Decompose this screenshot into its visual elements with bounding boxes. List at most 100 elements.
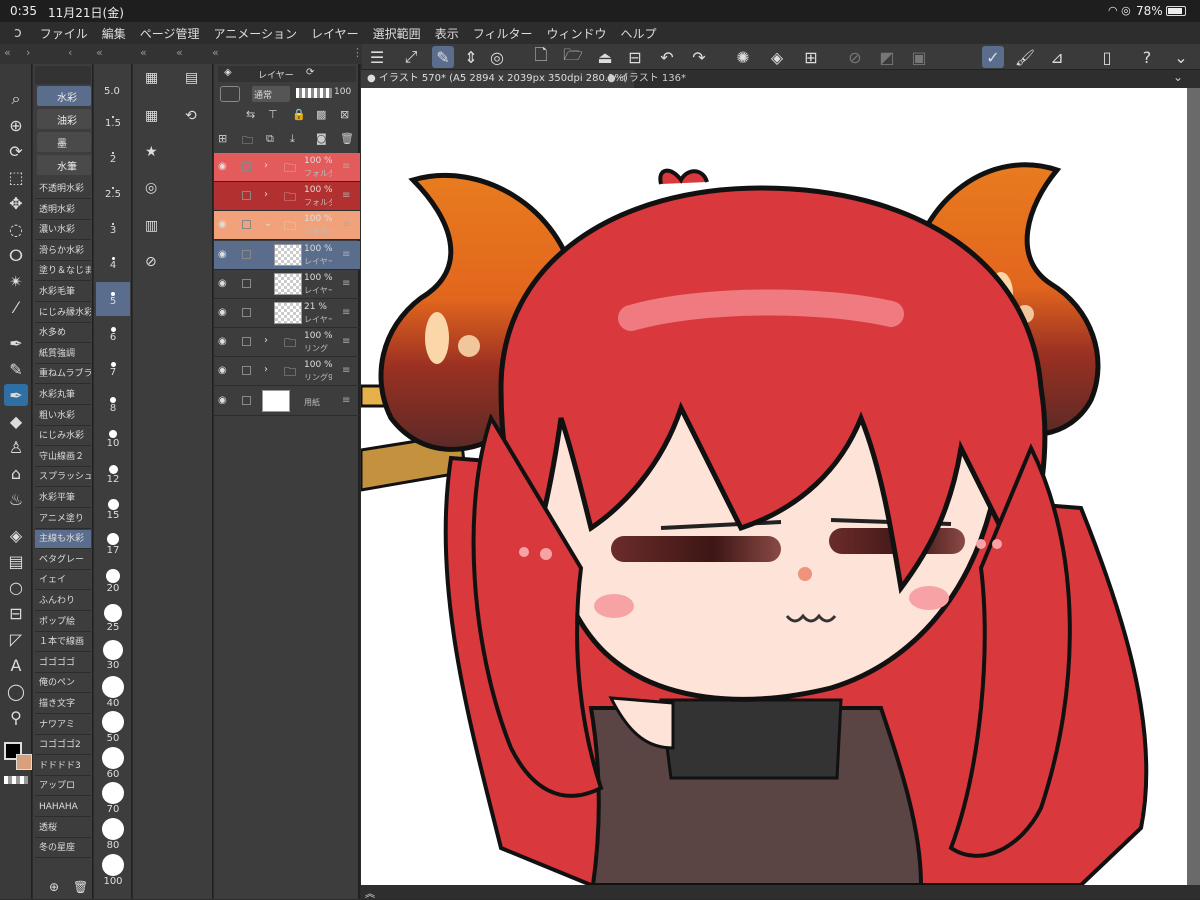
eye-visibility-icon[interactable]: ◉ <box>218 219 232 231</box>
material-icon[interactable]: ▦ <box>145 108 158 124</box>
pen-icon[interactable]: ✒ <box>4 332 28 354</box>
folder-expand-icon[interactable]: ⌄ <box>264 218 272 229</box>
transform-icon[interactable]: ⊞ <box>800 46 822 68</box>
loading-icon[interactable]: ✺ <box>732 46 754 68</box>
move-layer-icon[interactable]: ✥ <box>4 192 28 214</box>
doc-tab-active[interactable]: ● イラスト 570* (A5 2894 x 2039px 350dpi 280… <box>361 70 634 88</box>
brush-item[interactable]: 水彩平筆 <box>35 489 91 508</box>
layer-menu-icon[interactable]: ≡ <box>342 190 350 201</box>
size-item[interactable]: 80 <box>96 816 130 851</box>
brush-item[interactable]: アニメ塗り <box>35 510 91 529</box>
reference-icon[interactable]: ◎ <box>486 46 508 68</box>
layer-row[interactable]: ◉ 100 % レイヤー ≡ <box>214 270 360 299</box>
subtool-tab-bar[interactable] <box>35 66 91 84</box>
size-item[interactable]: 25 <box>96 602 130 636</box>
brush-item[interactable]: 守山線画２ <box>35 448 91 467</box>
size-item[interactable]: 10 <box>96 424 130 458</box>
layer-menu-icon[interactable]: ≡ <box>342 365 350 376</box>
layer-lock-checkbox[interactable] <box>242 191 251 201</box>
save-icon[interactable]: ⏏ <box>594 46 616 68</box>
canvas-paper[interactable] <box>361 88 1187 885</box>
folder-expand-icon[interactable]: › <box>264 160 268 171</box>
blend-icon[interactable]: ♨ <box>4 488 28 510</box>
brush-tab-ink[interactable]: 墨 <box>37 132 91 152</box>
collapse-toolbar-icon[interactable]: ⌄ <box>1170 46 1192 68</box>
arrow-updown-icon[interactable]: ⇕ <box>460 46 482 68</box>
layer-property-icon[interactable]: ▦ <box>145 70 158 86</box>
layer-row[interactable]: ◉ 21 % レイヤー ≡ <box>214 299 360 328</box>
text-icon[interactable]: A <box>4 654 28 676</box>
layer-menu-icon[interactable]: ≡ <box>342 278 350 289</box>
new-file-icon[interactable]: 🗋 <box>530 45 552 68</box>
eye-visibility-icon[interactable]: ◉ <box>218 307 232 319</box>
brush-item[interactable]: ふんわり <box>35 592 91 611</box>
ruler-tool-icon[interactable]: ◸ <box>4 628 28 650</box>
brush-item[interactable]: １本で線画 <box>35 633 91 653</box>
correction-icon[interactable]: ⚲ <box>4 706 28 728</box>
lock-transparency-icon[interactable]: ▩ <box>316 108 326 121</box>
menu-filter[interactable]: フィルター <box>473 25 533 42</box>
brush-item[interactable]: 透明水彩 <box>35 201 91 220</box>
brush-item[interactable]: 透桜 <box>35 819 91 838</box>
expand-up-icon[interactable]: ︽ <box>365 885 375 900</box>
eyedropper-icon[interactable]: ⁄ <box>4 296 28 318</box>
layer-folder-row[interactable]: 🗀 › 100 % フォルダ ≡ <box>214 182 360 212</box>
menu-page[interactable]: ページ管理 <box>140 25 200 42</box>
brush-item[interactable]: ベタグレー <box>35 551 91 570</box>
navigator-icon[interactable]: ▤ <box>185 70 198 86</box>
delete-layer-icon[interactable]: 🗑 <box>340 132 354 145</box>
brush-item[interactable]: 紙質強調 <box>35 345 91 364</box>
brush-item[interactable]: 冬の星座 <box>35 839 91 859</box>
size-item[interactable]: 50 <box>96 709 130 744</box>
brush-item[interactable]: 不透明水彩 <box>35 180 91 199</box>
airbrush-icon[interactable]: ♙ <box>4 436 28 458</box>
layer-folder-row[interactable]: ◉ 🗀 › 100 % フォルダ ≡ <box>214 153 360 182</box>
fit-canvas-icon[interactable]: ⤢ <box>400 46 422 68</box>
new-raster-icon[interactable]: ⊞ <box>218 132 227 145</box>
brush-icon[interactable]: ✒ <box>4 384 28 406</box>
brush-tab-watercolor[interactable]: 水彩 <box>37 86 91 106</box>
marquee-icon[interactable]: ◌ <box>4 218 28 240</box>
clip-icon[interactable]: ⇆ <box>246 108 255 121</box>
hamburger-menu-icon[interactable]: ☰ <box>366 46 388 68</box>
folder-expand-icon[interactable]: › <box>264 364 268 375</box>
favorites-icon[interactable]: ★ <box>145 144 158 160</box>
menu-view[interactable]: 表示 <box>435 25 459 42</box>
brush-item[interactable]: ゴゴゴゴ <box>35 654 91 673</box>
smartphone-icon[interactable]: ▯ <box>1096 46 1118 68</box>
balloon-icon[interactable]: ◯ <box>4 680 28 702</box>
layer-row[interactable]: ◉ 用紙 ≡ <box>214 387 360 416</box>
reference-layer-icon[interactable]: ⊤ <box>268 108 278 121</box>
brush-settings-icon[interactable]: 🖌 <box>1014 46 1036 68</box>
gradient-icon[interactable]: ▤ <box>4 550 28 572</box>
size-item[interactable]: 17 <box>96 531 130 565</box>
size-item[interactable]: 8 <box>96 389 130 423</box>
copy-layer-icon[interactable]: ⧉ <box>266 132 274 146</box>
fill-icon[interactable]: ◈ <box>766 46 788 68</box>
menu-edit[interactable]: 編集 <box>102 25 126 42</box>
layer-lock-checkbox[interactable] <box>242 366 251 376</box>
ruler-icon[interactable]: ⊿ <box>1046 46 1068 68</box>
mask-enable-icon[interactable]: ⊠ <box>340 108 349 121</box>
size-item[interactable]: 40 <box>96 674 130 709</box>
redo-icon[interactable]: ↷ <box>688 46 710 68</box>
magic-wand-icon[interactable]: ✴ <box>4 270 28 292</box>
brush-item[interactable]: にじみ縁水彩 <box>35 304 91 323</box>
layer-lock-checkbox[interactable] <box>242 308 251 317</box>
deselect-icon[interactable]: ⊘ <box>844 46 866 68</box>
size-item[interactable]: 1.5 <box>96 104 130 138</box>
eye-visibility-icon[interactable]: ◉ <box>218 249 232 261</box>
folder-expand-icon[interactable]: › <box>264 335 268 346</box>
size-item[interactable]: 7 <box>96 353 130 387</box>
chevron-left-icon[interactable]: ‹ <box>68 46 72 59</box>
lock-icon[interactable]: 🔒 <box>292 108 306 121</box>
blend-mode-select[interactable]: 通常 <box>252 86 290 102</box>
brush-item[interactable]: 塗り＆なじませ <box>35 262 91 282</box>
opacity-slider[interactable] <box>296 88 332 98</box>
layer-color-mode[interactable] <box>220 86 240 102</box>
size-item[interactable]: 15 <box>96 496 130 530</box>
folder-expand-icon[interactable]: › <box>264 189 268 200</box>
pen-mode-icon[interactable]: ✎ <box>432 46 454 68</box>
brush-item[interactable]: アップロ <box>35 777 91 797</box>
layer-lock-checkbox[interactable] <box>242 220 251 230</box>
